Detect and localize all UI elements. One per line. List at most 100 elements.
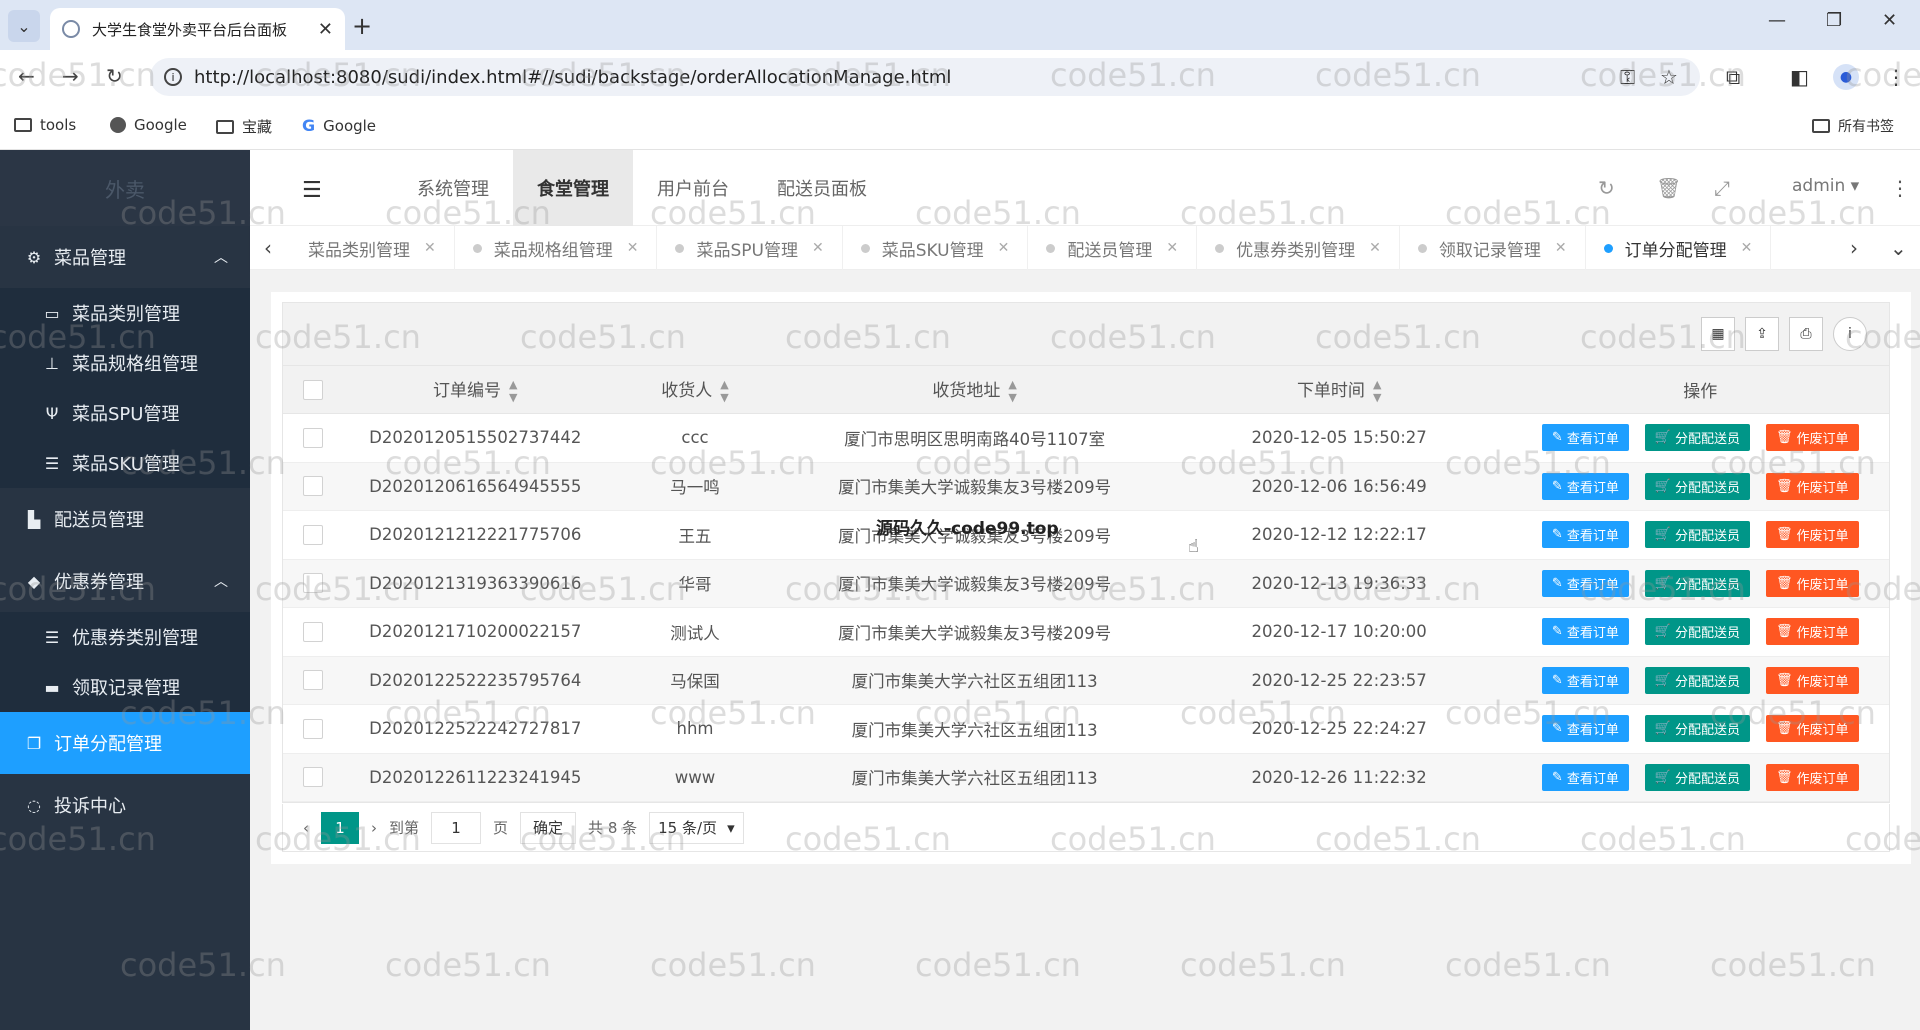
page-tab-active[interactable]: 订单分配管理 ✕ <box>1586 226 1772 270</box>
bookmark-tools[interactable]: tools <box>14 116 76 134</box>
sort-icon[interactable]: ▲ ▼ <box>1373 378 1381 404</box>
row-checkbox[interactable] <box>302 427 323 448</box>
page-tab[interactable]: 配送员管理 ✕ <box>1028 226 1198 270</box>
close-window-icon[interactable]: ✕ <box>1882 10 1897 31</box>
row-checkbox[interactable] <box>302 621 323 642</box>
bookmark-treasure[interactable]: 宝藏 <box>216 116 272 137</box>
close-icon[interactable]: ✕ <box>424 240 436 256</box>
all-bookmarks[interactable]: 所有书签 <box>1812 116 1894 136</box>
close-icon[interactable]: ✕ <box>1369 240 1381 256</box>
page-current[interactable]: 1 <box>321 811 359 844</box>
prev-page-icon[interactable]: ‹ <box>303 819 309 837</box>
assign-courier-button[interactable]: 🛒 分配配送员 <box>1644 521 1751 549</box>
confirm-button[interactable]: 确定 <box>520 811 577 844</box>
profile-icon[interactable]: ● <box>1833 64 1859 90</box>
row-checkbox[interactable] <box>302 524 323 545</box>
menu-toggle-icon[interactable]: ☰ <box>302 178 322 203</box>
top-nav-user-front[interactable]: 用户前台 <box>633 150 753 226</box>
page-tab[interactable]: 菜品类别管理 ✕ <box>290 226 455 270</box>
close-icon[interactable]: ✕ <box>1166 240 1178 256</box>
trash-icon[interactable]: 🗑 <box>1656 176 1681 200</box>
more-icon[interactable]: ⋮ <box>1890 176 1910 200</box>
assign-courier-button[interactable]: 🛒 分配配送员 <box>1644 424 1751 452</box>
sort-icon[interactable]: ▲ ▼ <box>720 378 728 404</box>
extensions-icon[interactable]: ⧉ <box>1726 65 1740 89</box>
view-order-button[interactable]: ✎ 查看订单 <box>1541 715 1629 743</box>
per-page-select[interactable]: 15 条/页 ▾ <box>649 811 744 844</box>
col-address[interactable]: 收货地址 ▲ ▼ <box>782 376 1167 404</box>
tab-search-button[interactable]: ⌄ <box>8 10 40 42</box>
close-icon[interactable]: ✕ <box>1741 240 1753 256</box>
bookmark-google-2[interactable]: G Google <box>302 116 376 135</box>
view-order-button[interactable]: ✎ 查看订单 <box>1541 472 1629 500</box>
close-icon[interactable]: ✕ <box>812 240 824 256</box>
col-order-no[interactable]: 订单编号 ▲ ▼ <box>343 376 608 404</box>
goto-page-input[interactable]: 1 <box>431 811 482 844</box>
assign-courier-button[interactable]: 🛒 分配配送员 <box>1644 618 1751 646</box>
void-order-button[interactable]: 🗑 作废订单 <box>1766 521 1859 549</box>
print-icon[interactable]: ⎙ <box>1789 317 1823 351</box>
col-time[interactable]: 下单时间 ▲ ▼ <box>1167 376 1512 404</box>
tabs-right-icon[interactable]: › <box>1850 236 1858 260</box>
user-menu[interactable]: admin ▾ <box>1792 176 1859 196</box>
page-tab[interactable]: 领取记录管理 ✕ <box>1400 226 1586 270</box>
col-receiver[interactable]: 收货人 ▲ ▼ <box>608 376 783 404</box>
sidebar-item-dish-category[interactable]: ▭ 菜品类别管理 <box>0 288 250 338</box>
sidebar-item-spu[interactable]: Ψ 菜品SPU管理 <box>0 388 250 438</box>
sidebar-item-sku[interactable]: ☰ 菜品SKU管理 <box>0 438 250 488</box>
info-icon[interactable]: i <box>1833 317 1867 351</box>
menu-dots-icon[interactable]: ⋮ <box>1886 65 1906 89</box>
assign-courier-button[interactable]: 🛒 分配配送员 <box>1644 763 1751 791</box>
browser-tab[interactable]: 大学生食堂外卖平台后台面板 ✕ <box>50 8 345 50</box>
row-checkbox[interactable] <box>302 718 323 739</box>
new-tab-button[interactable]: + <box>352 12 372 40</box>
site-info-icon[interactable]: i <box>164 68 182 86</box>
sidebar-item-claim-records[interactable]: ▬ 领取记录管理 <box>0 662 250 712</box>
fullscreen-icon[interactable]: ⤢ <box>1714 176 1730 200</box>
row-checkbox[interactable] <box>302 573 323 594</box>
view-order-button[interactable]: ✎ 查看订单 <box>1541 618 1629 646</box>
void-order-button[interactable]: 🗑 作废订单 <box>1766 666 1859 694</box>
close-icon[interactable]: ✕ <box>1555 240 1567 256</box>
void-order-button[interactable]: 🗑 作废订单 <box>1766 472 1859 500</box>
view-order-button[interactable]: ✎ 查看订单 <box>1541 666 1629 694</box>
view-order-button[interactable]: ✎ 查看订单 <box>1541 521 1629 549</box>
restore-icon[interactable]: ❐ <box>1826 10 1842 31</box>
select-all-checkbox[interactable] <box>302 379 323 400</box>
tabs-left-icon[interactable]: ‹ <box>264 236 272 260</box>
view-order-button[interactable]: ✎ 查看订单 <box>1541 569 1629 597</box>
sidebar-group-couriers[interactable]: ▙ 配送员管理 <box>0 488 250 550</box>
minimize-icon[interactable]: — <box>1768 10 1786 31</box>
void-order-button[interactable]: 🗑 作废订单 <box>1766 424 1859 452</box>
page-tab[interactable]: 优惠券类别管理 ✕ <box>1197 226 1400 270</box>
void-order-button[interactable]: 🗑 作废订单 <box>1766 715 1859 743</box>
void-order-button[interactable]: 🗑 作废订单 <box>1766 618 1859 646</box>
view-order-button[interactable]: ✎ 查看订单 <box>1541 424 1629 452</box>
assign-courier-button[interactable]: 🛒 分配配送员 <box>1644 472 1751 500</box>
view-order-button[interactable]: ✎ 查看订单 <box>1541 763 1629 791</box>
close-tab-icon[interactable]: ✕ <box>318 19 333 40</box>
top-nav-courier-panel[interactable]: 配送员面板 <box>753 150 891 226</box>
tabs-menu-icon[interactable]: ⌄ <box>1890 236 1907 260</box>
sidebar-item-coupon-category[interactable]: ☰ 优惠券类别管理 <box>0 612 250 662</box>
address-bar[interactable]: i http://localhost:8080/sudi/index.html#… <box>150 58 1700 96</box>
key-icon[interactable]: ⚿ <box>1620 65 1635 89</box>
bookmark-google[interactable]: Google <box>110 116 187 134</box>
sort-icon[interactable]: ▲ ▼ <box>1008 378 1016 404</box>
close-icon[interactable]: ✕ <box>998 240 1010 256</box>
forward-icon[interactable]: → <box>62 64 79 88</box>
sidebar-item-complaints[interactable]: ◌ 投诉中心 <box>0 774 250 836</box>
row-checkbox[interactable] <box>302 767 323 788</box>
back-icon[interactable]: ← <box>18 64 35 88</box>
top-nav-system[interactable]: 系统管理 <box>393 150 513 226</box>
sidepanel-icon[interactable]: ◧ <box>1790 65 1809 89</box>
reload-icon[interactable]: ↻ <box>106 64 123 88</box>
sidebar-group-dishes[interactable]: ⚙ 菜品管理 ︿ <box>0 226 250 288</box>
sidebar-group-coupons[interactable]: ◆ 优惠券管理 ︿ <box>0 550 250 612</box>
void-order-button[interactable]: 🗑 作废订单 <box>1766 569 1859 597</box>
close-icon[interactable]: ✕ <box>627 240 639 256</box>
page-tab[interactable]: 菜品SKU管理 ✕ <box>843 226 1029 270</box>
row-checkbox[interactable] <box>302 476 323 497</box>
page-tab[interactable]: 菜品规格组管理 ✕ <box>455 226 658 270</box>
page-tab[interactable]: 菜品SPU管理 ✕ <box>657 226 843 270</box>
